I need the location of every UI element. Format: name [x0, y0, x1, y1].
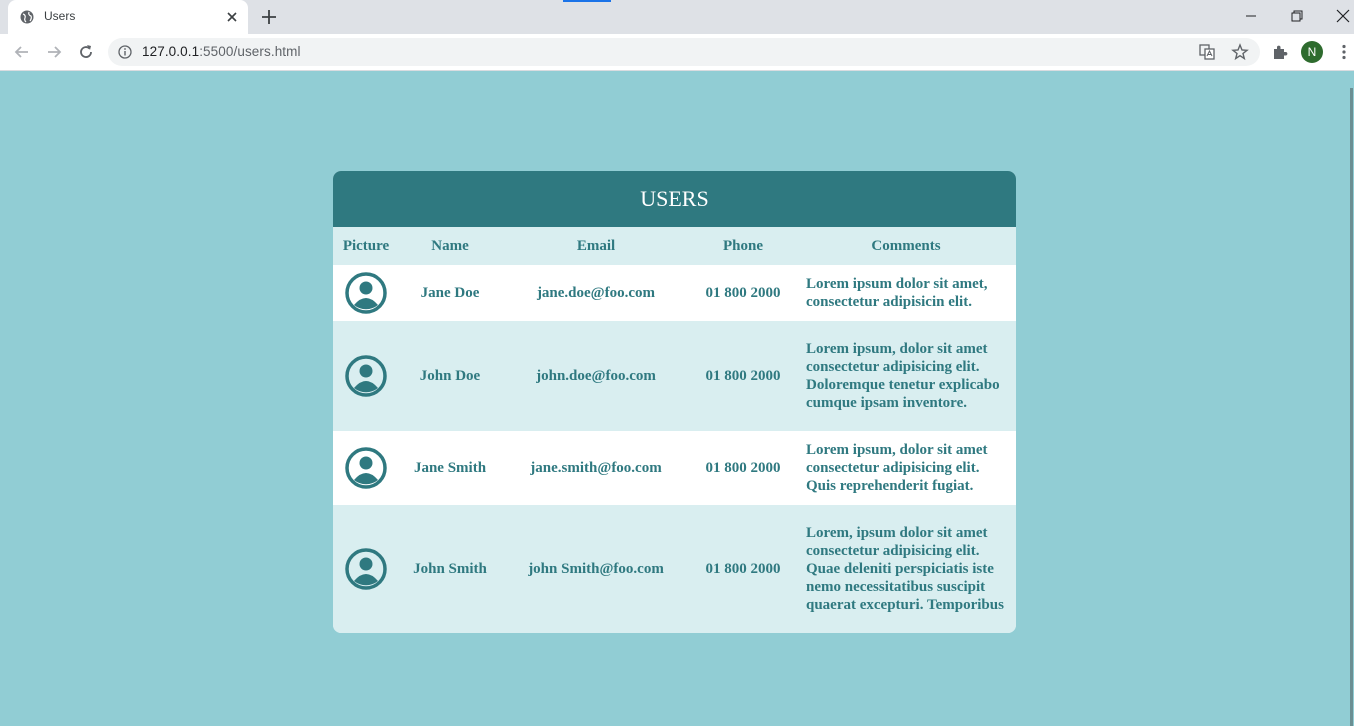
- column-header-phone: Phone: [722, 238, 763, 254]
- comment-cell: Lorem ipsum, dolor sit amet consectetur …: [806, 442, 988, 494]
- column-header-name: Name: [431, 238, 469, 254]
- comment-cell: Lorem ipsum dolor sit amet, consectetur …: [806, 276, 988, 310]
- address-bar[interactable]: 127.0.0.1:5500/users.html: [108, 38, 1260, 66]
- user-avatar-icon: [345, 355, 387, 397]
- column-header-email: Email: [576, 238, 616, 254]
- user-avatar-icon: [345, 272, 387, 314]
- phone-cell: 01 800 2000: [705, 367, 781, 384]
- back-icon[interactable]: [13, 43, 31, 61]
- picture-cell: [333, 265, 399, 321]
- name-cell: Jane Doe: [420, 284, 480, 301]
- email-cell: john Smith@foo.com: [528, 560, 664, 577]
- tab-accent: [563, 0, 611, 2]
- comment-cell: Lorem ipsum, dolor sit amet consectetur …: [806, 341, 1000, 411]
- table-row: John Smith john Smith@foo.com 01 800 200…: [333, 505, 1016, 633]
- email-cell: jane.smith@foo.com: [530, 459, 662, 476]
- reload-icon[interactable]: [77, 43, 95, 61]
- extensions-icon[interactable]: [1271, 43, 1289, 61]
- bookmark-star-icon[interactable]: [1231, 43, 1249, 61]
- picture-cell: [333, 431, 399, 505]
- name-cell: John Doe: [419, 367, 481, 384]
- globe-icon: [20, 10, 34, 24]
- scrollbar-thumb[interactable]: [1350, 88, 1353, 726]
- url-text: 127.0.0.1:5500/users.html: [142, 44, 301, 59]
- restore-button[interactable]: [1274, 0, 1320, 32]
- users-card: USERS Picture Name Email Phone Comments …: [333, 171, 1016, 633]
- tab-strip: Users: [0, 0, 1354, 34]
- minimize-button[interactable]: [1228, 0, 1274, 32]
- picture-cell: [333, 505, 399, 633]
- minimize-icon: [1246, 15, 1256, 17]
- forward-icon[interactable]: [45, 43, 63, 61]
- name-cell: Jane Smith: [413, 459, 487, 476]
- comment-cell: Lorem, ipsum dolor sit amet consectetur …: [806, 525, 1004, 613]
- user-avatar-icon: [345, 447, 387, 489]
- url-host: 127.0.0.1: [142, 44, 200, 59]
- email-cell: jane.doe@foo.com: [536, 284, 656, 301]
- restore-icon: [1291, 10, 1303, 22]
- url-path: :5500/users.html: [199, 44, 301, 59]
- table-row: Jane Smith jane.smith@foo.com 01 800 200…: [333, 431, 1016, 505]
- page-title: USERS: [333, 171, 1016, 227]
- phone-cell: 01 800 2000: [705, 284, 781, 301]
- browser-tab[interactable]: Users: [8, 0, 248, 34]
- picture-cell: [333, 321, 399, 431]
- new-tab-icon[interactable]: [260, 8, 278, 26]
- column-header-picture: Picture: [342, 238, 390, 254]
- user-avatar-icon: [345, 548, 387, 590]
- profile-avatar[interactable]: N: [1301, 41, 1323, 63]
- email-cell: john.doe@foo.com: [536, 367, 656, 384]
- phone-cell: 01 800 2000: [705, 459, 781, 476]
- column-header-comments: Comments: [871, 238, 941, 254]
- browser-toolbar: 127.0.0.1:5500/users.html N: [0, 34, 1354, 71]
- name-cell: John Smith: [413, 560, 487, 577]
- table-row: John Doe john.doe@foo.com 01 800 2000 Lo…: [333, 321, 1016, 431]
- tab-title: Users: [44, 9, 76, 23]
- close-window-button[interactable]: [1320, 0, 1354, 32]
- phone-cell: 01 800 2000: [705, 560, 781, 577]
- close-tab-icon[interactable]: [224, 9, 240, 25]
- info-icon[interactable]: [118, 45, 132, 59]
- table-row: Jane Doe jane.doe@foo.com 01 800 2000 Lo…: [333, 265, 1016, 321]
- close-icon: [1336, 9, 1350, 23]
- translate-icon[interactable]: [1198, 43, 1216, 61]
- menu-icon[interactable]: [1335, 43, 1353, 61]
